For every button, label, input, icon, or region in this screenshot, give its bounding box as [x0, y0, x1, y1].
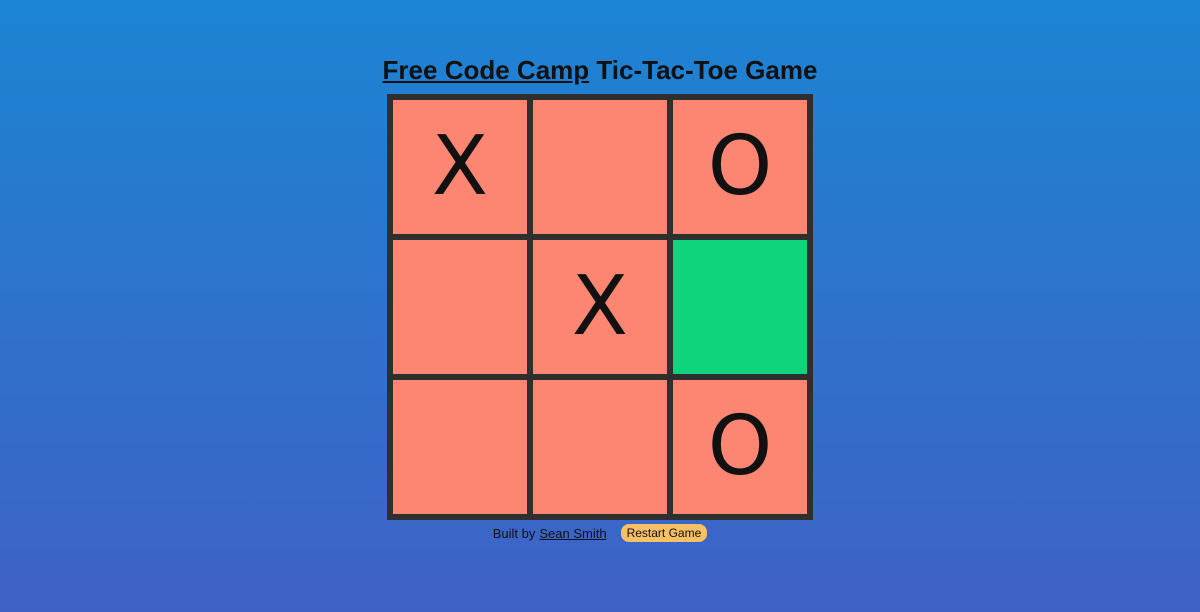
- built-by-label: Built by: [492, 525, 536, 541]
- board-cell-0[interactable]: X: [393, 100, 527, 234]
- author-link[interactable]: Sean Smith: [539, 526, 606, 541]
- board-cell-6[interactable]: [393, 380, 527, 514]
- title-text: Tic-Tac-Toe Game: [589, 55, 818, 85]
- restart-game-button[interactable]: Restart Game: [620, 524, 708, 542]
- board-cell-8[interactable]: O: [673, 380, 807, 514]
- board-cell-2[interactable]: O: [673, 100, 807, 234]
- board-cell-1[interactable]: [533, 100, 667, 234]
- footer: Built by Sean Smith Restart Game: [0, 524, 1200, 542]
- free-code-camp-link[interactable]: Free Code Camp: [383, 55, 590, 85]
- board-cell-4[interactable]: X: [533, 240, 667, 374]
- page-title: Free Code Camp Tic-Tac-Toe Game: [0, 52, 1200, 88]
- board-cell-5[interactable]: [673, 240, 807, 374]
- board-cell-7[interactable]: [533, 380, 667, 514]
- game-board: X O X O: [387, 94, 813, 520]
- board-cell-3[interactable]: [393, 240, 527, 374]
